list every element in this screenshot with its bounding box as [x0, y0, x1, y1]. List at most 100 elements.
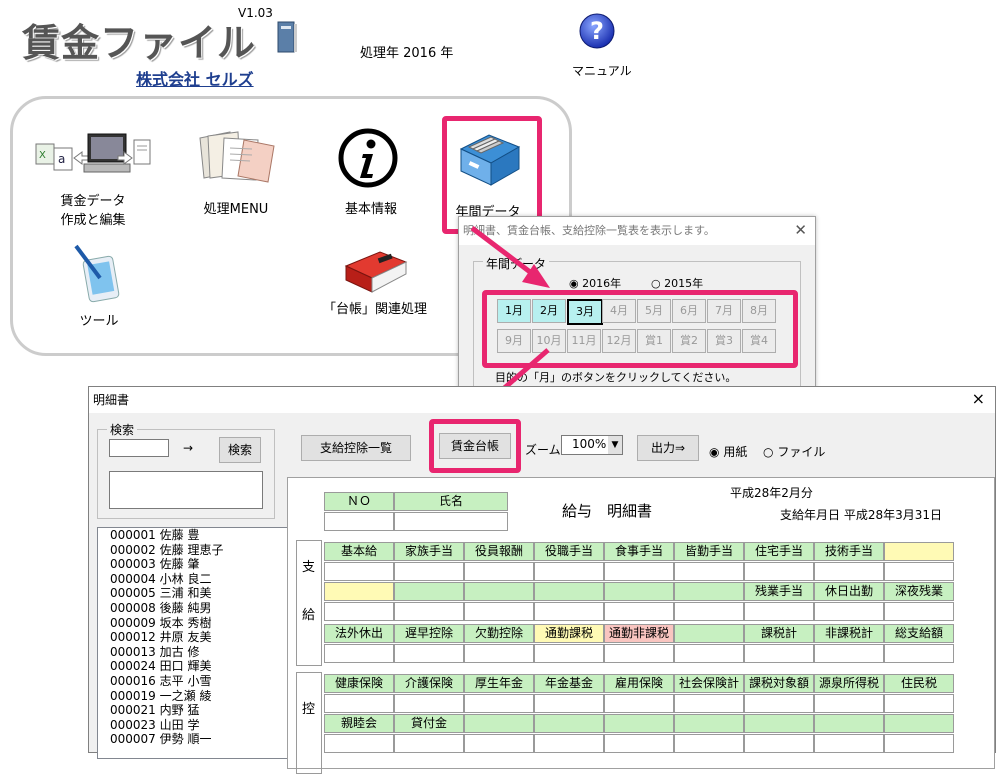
form-value-cell [744, 694, 814, 713]
form-label-cell [674, 624, 744, 643]
radio-file[interactable]: ○ ファイル [763, 443, 825, 460]
form-label-cell: 親睦会 [324, 714, 394, 733]
form-value-cell [674, 562, 744, 581]
form-label-cell [744, 714, 814, 733]
wage-data-label-2: 作成と編集 [60, 213, 126, 228]
ledger-tile[interactable]: 「台帳」関連処理 [310, 248, 440, 322]
form-label-cell: 厚生年金 [464, 674, 534, 693]
company-link[interactable]: 株式会社 セルズ [136, 66, 254, 90]
list-item[interactable]: 000008 後藤 純男 [110, 601, 288, 616]
form-label-cell [814, 714, 884, 733]
form-value-cell [464, 734, 534, 753]
form-label-cell: 役職手当 [534, 542, 604, 561]
list-item[interactable]: 000005 三浦 和美 [110, 586, 288, 601]
form-label-cell [534, 582, 604, 601]
list-item[interactable]: 000023 山田 学 [110, 718, 288, 733]
list-item[interactable]: 000016 志平 小雪 [110, 674, 288, 689]
form-value-cell [674, 694, 744, 713]
list-item[interactable]: 000024 田口 輝美 [110, 659, 288, 674]
radio-file-label: ファイル [777, 445, 826, 459]
list-item[interactable]: 000007 伊勢 順一 [110, 732, 288, 747]
deduction-list-button[interactable]: 支給控除一覧 [301, 435, 411, 461]
list-item[interactable]: 000004 小林 良二 [110, 572, 288, 587]
processing-menu-tile[interactable]: 処理MENU [186, 126, 286, 222]
search-button[interactable]: 検索 [219, 437, 261, 463]
form-label-cell [604, 714, 674, 733]
form-value-cell [534, 602, 604, 621]
no-value [324, 512, 394, 531]
list-item[interactable]: 000002 佐藤 理恵子 [110, 543, 288, 558]
list-item[interactable]: 000021 内野 猛 [110, 703, 288, 718]
form-value-cell [814, 602, 884, 621]
form-value-cell [884, 562, 954, 581]
form-label-cell [674, 582, 744, 601]
list-item[interactable]: 000012 井原 友美 [110, 630, 288, 645]
doc-title: 給与 明細書 [562, 502, 653, 520]
form-label-cell: 介護保険 [394, 674, 464, 693]
form-label-cell: 通勤課税 [534, 624, 604, 643]
form-value-cell [394, 562, 464, 581]
form-label-cell: 源泉所得税 [814, 674, 884, 693]
close-icon[interactable]: ✕ [794, 221, 807, 239]
name-value [394, 512, 508, 531]
list-item[interactable]: 000009 坂本 秀樹 [110, 616, 288, 631]
form-label-cell [604, 582, 674, 601]
radio-paper[interactable]: ◉ 用紙 [709, 443, 747, 460]
form-label-cell: 年金基金 [534, 674, 604, 693]
form-label-cell: 健康保険 [324, 674, 394, 693]
deduction-side-label: 控 [302, 702, 316, 717]
list-item[interactable]: 000019 一之瀬 綾 [110, 689, 288, 704]
form-label-cell: 貸付金 [394, 714, 464, 733]
book-icon [276, 20, 298, 54]
basic-info-label: 基本情報 [344, 202, 397, 217]
manual-label[interactable]: マニュアル [572, 62, 632, 79]
form-value-cell [744, 562, 814, 581]
form-label-cell: 皆勤手当 [674, 542, 744, 561]
form-value-cell [534, 562, 604, 581]
search-input[interactable] [109, 439, 169, 457]
ledger-label: 「台帳」関連処理 [322, 302, 427, 317]
form-value-cell [604, 602, 674, 621]
form-label-cell [394, 582, 464, 601]
help-icon[interactable]: ? [578, 12, 616, 50]
radio-2016[interactable]: ◉ 2016年 [569, 275, 621, 291]
version-label: V1.03 [238, 6, 273, 20]
zoom-select[interactable]: 100% ▼ [561, 435, 623, 455]
pay-date-label: 支給年月日 平成28年3月31日 [780, 508, 942, 522]
radio-2015[interactable]: ○ 2015年 [651, 275, 703, 291]
employee-list[interactable]: 000001 佐藤 豊 000002 佐藤 理恵子 000003 佐藤 肇 00000… [97, 527, 289, 759]
chevron-down-icon: ▼ [608, 436, 622, 454]
radio-paper-label: 用紙 [723, 445, 748, 459]
close-icon[interactable]: × [972, 389, 985, 408]
tools-label: ツール [79, 314, 119, 329]
list-item[interactable]: 000003 佐藤 肇 [110, 557, 288, 572]
list-item[interactable]: 000013 加古 修 [110, 645, 288, 660]
list-item[interactable]: 000001 佐藤 豊 [110, 528, 288, 543]
search-group-label: 検索 [107, 421, 138, 438]
form-value-cell [464, 644, 534, 663]
form-value-cell [674, 734, 744, 753]
form-value-cell [884, 644, 954, 663]
arrow-icon: → [183, 441, 194, 455]
output-button[interactable]: 出力⇒ [637, 435, 699, 461]
processing-menu-label: 処理MENU [203, 202, 269, 217]
documents-icon [194, 128, 278, 187]
tools-tile[interactable]: ツール [62, 244, 136, 332]
form-label-cell [464, 714, 534, 733]
wage-ledger-button[interactable]: 賃金台帳 [439, 433, 511, 459]
form-label-cell: 遅早控除 [394, 624, 464, 643]
basic-info-tile[interactable]: 基本情報 [326, 126, 416, 222]
annual-data-tile[interactable]: 年間データ [447, 121, 537, 229]
form-value-cell [324, 734, 394, 753]
form-label-cell: 社会保険計 [674, 674, 744, 693]
form-label-cell [884, 542, 954, 561]
form-value-cell [604, 644, 674, 663]
form-value-cell [744, 602, 814, 621]
form-value-cell [814, 562, 884, 581]
wage-data-tile[interactable]: X a 賃金データ 作成と編集 [30, 126, 156, 228]
form-value-cell [744, 734, 814, 753]
form-label-cell: 雇用保険 [604, 674, 674, 693]
form-value-cell [814, 644, 884, 663]
tablet-icon [70, 244, 126, 307]
period-label: 平成28年2月分 [730, 486, 813, 500]
